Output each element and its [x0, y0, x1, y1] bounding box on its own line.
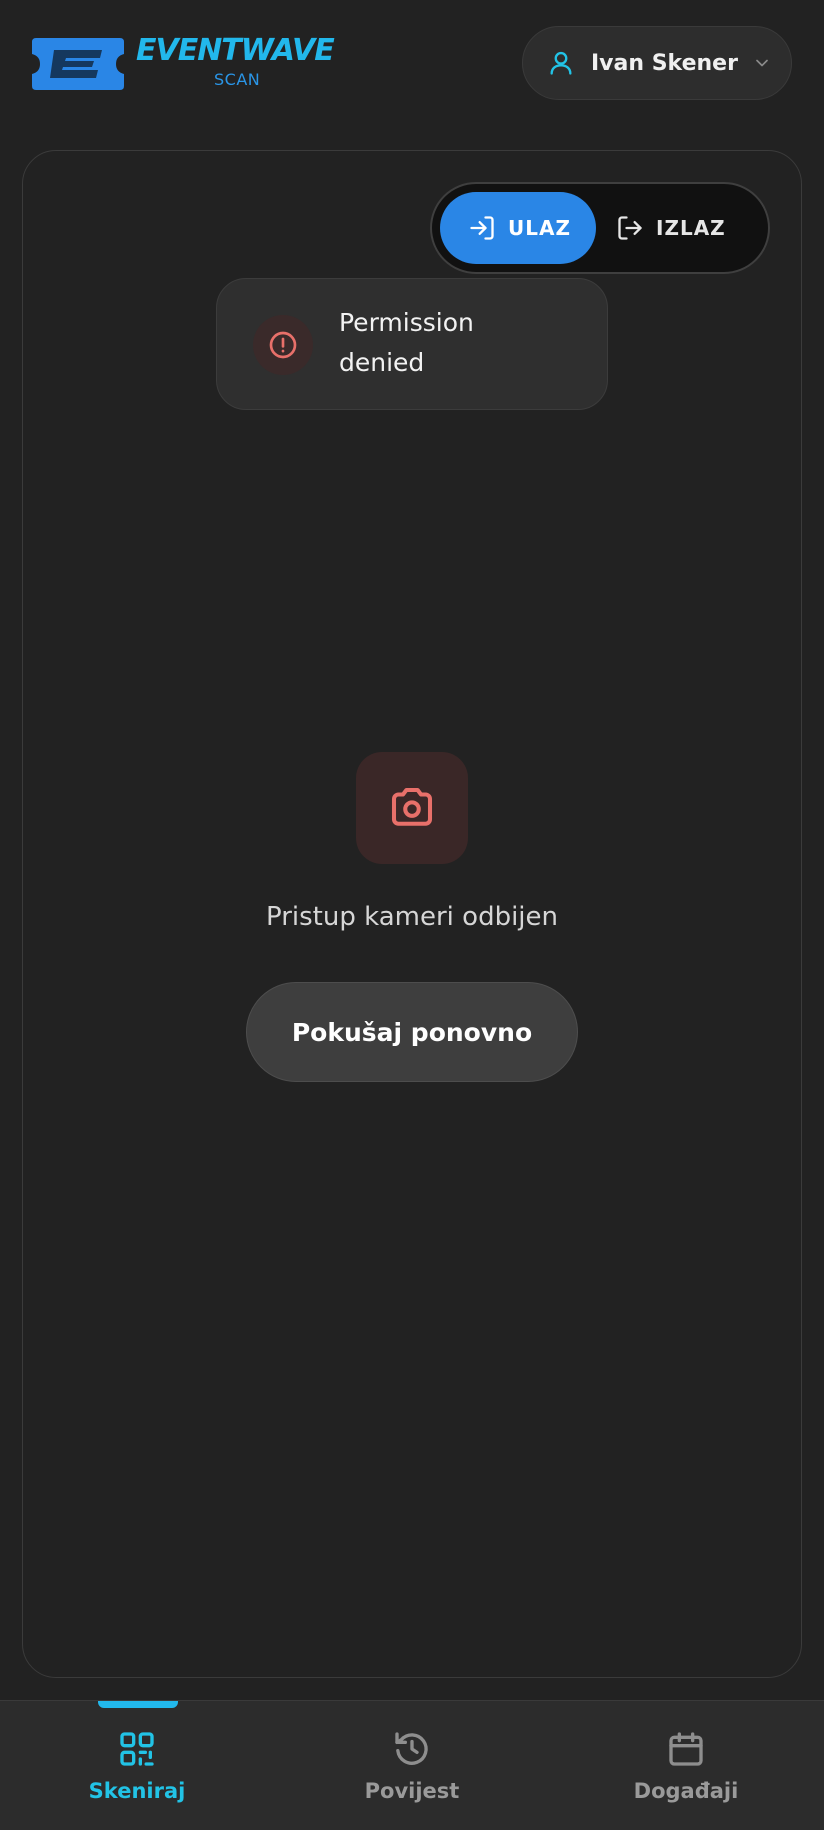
error-toast: Permission denied: [216, 278, 608, 410]
camera-status-tile: [356, 752, 468, 864]
entry-mode-label: ULAZ: [508, 216, 571, 240]
user-icon: [550, 51, 572, 75]
entry-exit-toggle: ULAZ IZLAZ: [430, 182, 770, 274]
app-logo: EVENTWAVE SCAN: [30, 34, 350, 94]
toast-message-line-1: Permission: [339, 308, 474, 337]
nav-tab-scan[interactable]: Skeniraj: [47, 1721, 227, 1821]
toast-message: Permission denied: [339, 303, 539, 383]
nav-tab-history[interactable]: Povijest: [322, 1721, 502, 1821]
nav-tab-events[interactable]: Događaji: [596, 1721, 776, 1821]
logo-wordmark: EVENTWAVE: [136, 33, 335, 68]
alert-circle-icon: [269, 331, 297, 359]
entry-mode-button[interactable]: ULAZ: [440, 192, 596, 264]
history-icon: [395, 1732, 428, 1765]
camera-denied-message: Pristup kameri odbijen: [266, 902, 558, 932]
nav-tab-events-label: Događaji: [633, 1779, 739, 1803]
exit-mode-label: IZLAZ: [656, 216, 726, 240]
user-menu-button[interactable]: Ivan Skener: [522, 26, 792, 100]
chevron-down-icon: [756, 59, 768, 67]
qr-code-icon: [120, 1732, 154, 1766]
login-icon: [470, 216, 494, 240]
exit-mode-button[interactable]: IZLAZ: [608, 192, 758, 264]
retry-button[interactable]: Pokušaj ponovno: [246, 982, 578, 1082]
logout-icon: [618, 216, 642, 240]
active-tab-indicator: [98, 1701, 178, 1708]
logo-subtitle: SCAN: [214, 70, 261, 89]
toast-message-line-2: denied: [339, 348, 425, 377]
camera-icon: [391, 787, 433, 826]
toast-icon-badge: [253, 315, 313, 375]
ticket-logo-icon: [32, 38, 124, 90]
nav-tab-scan-label: Skeniraj: [88, 1779, 186, 1803]
bottom-navigation: Skeniraj Povijest Događaji: [0, 1700, 824, 1830]
nav-tab-history-label: Povijest: [364, 1779, 460, 1803]
calendar-icon: [669, 1732, 703, 1766]
user-name: Ivan Skener: [591, 50, 738, 76]
